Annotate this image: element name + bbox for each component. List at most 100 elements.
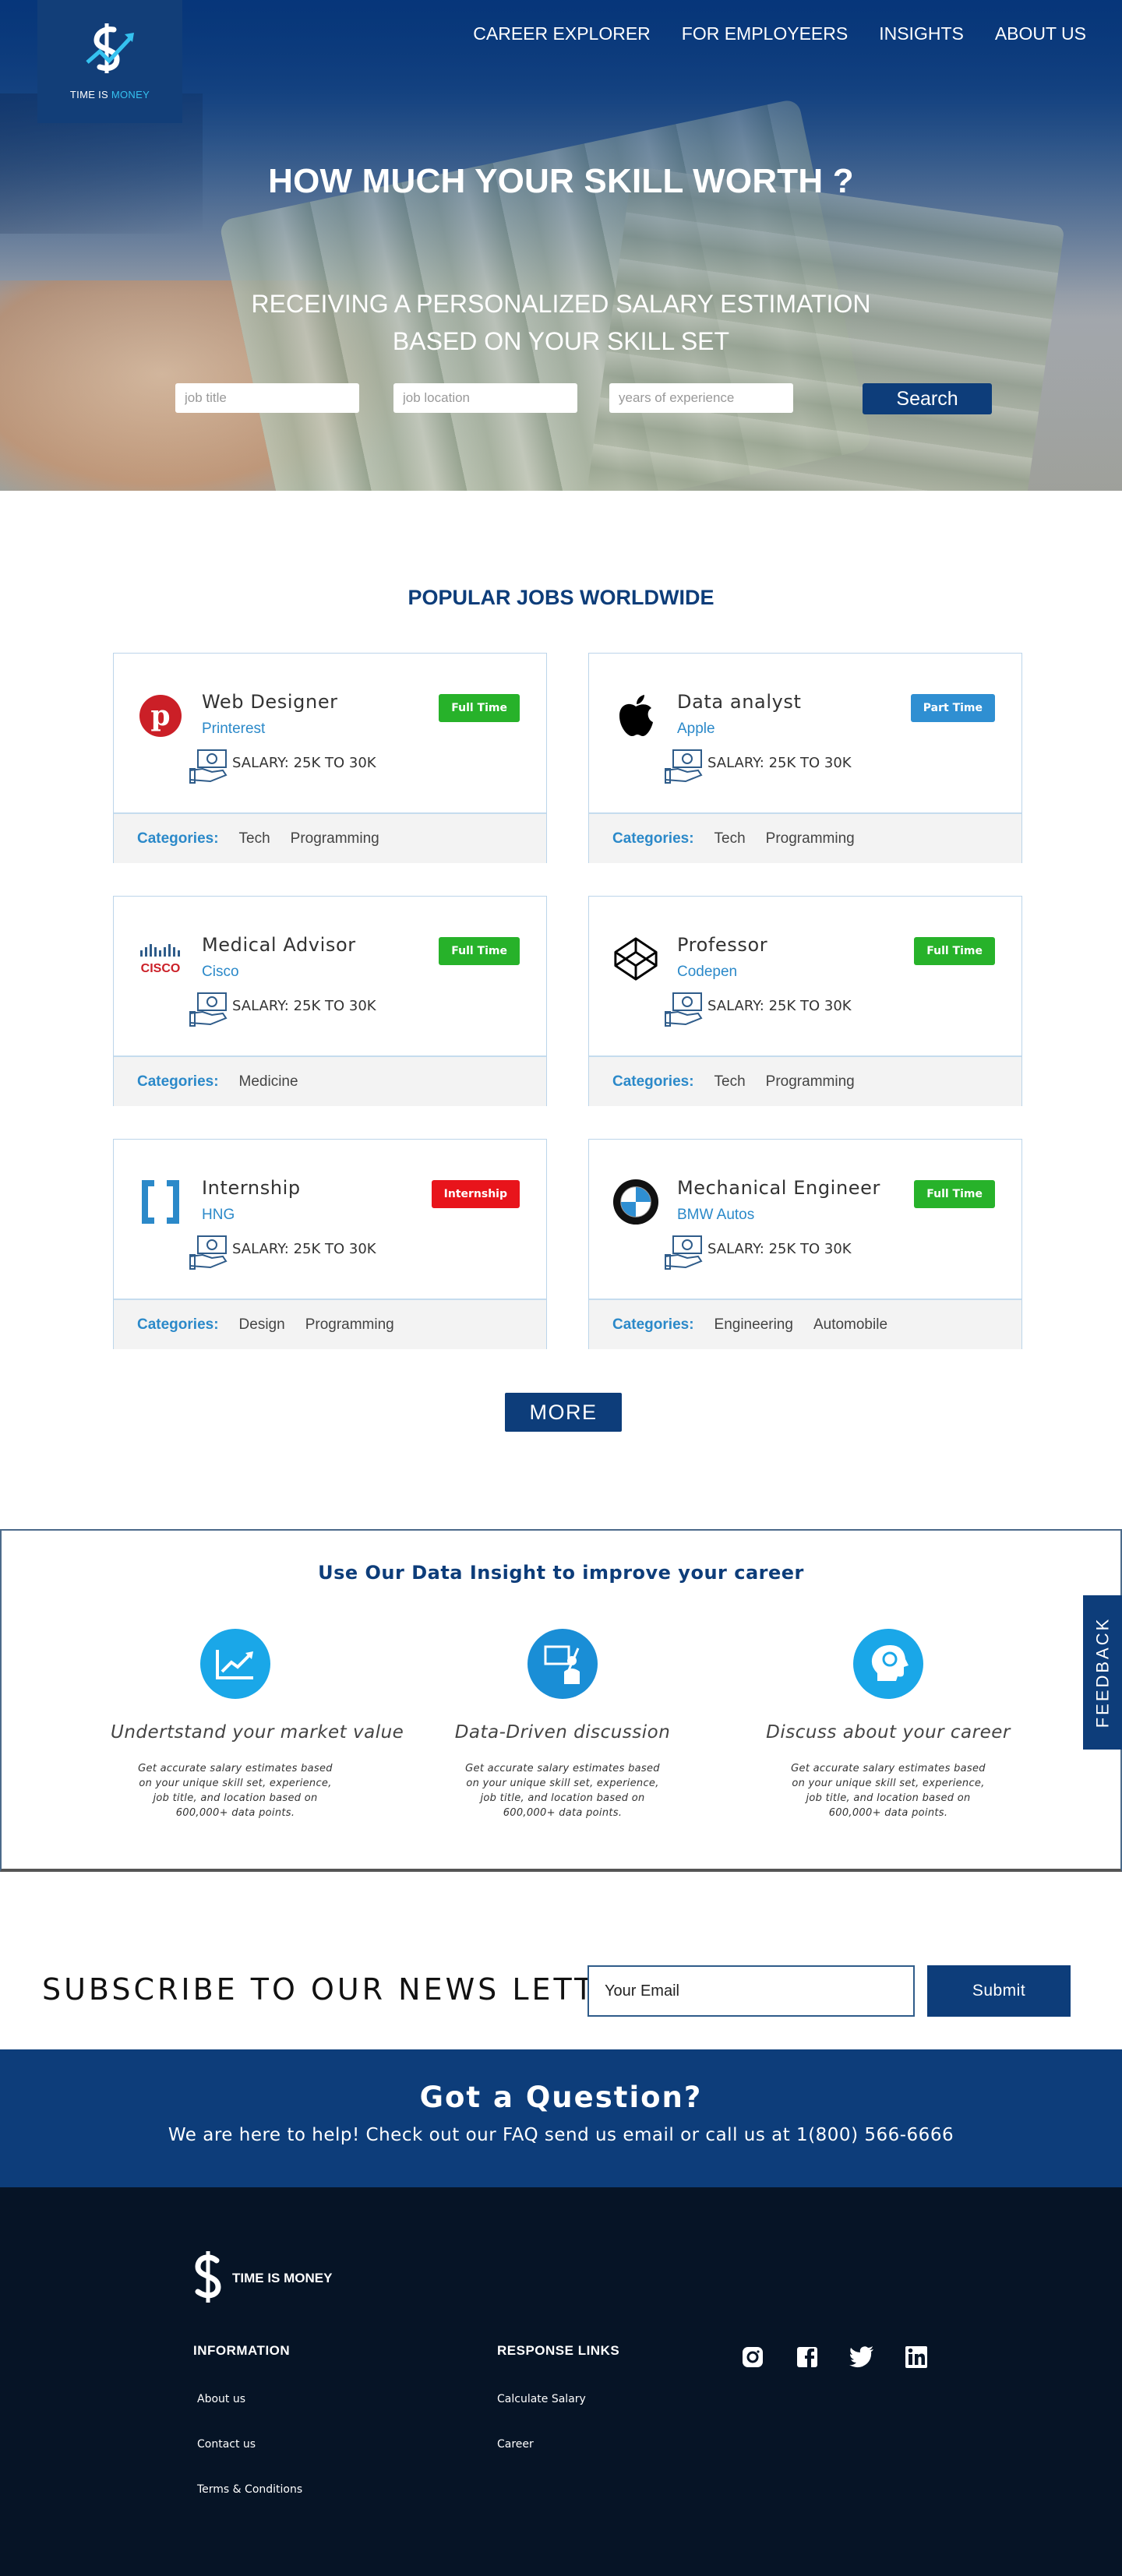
job-card-data-analyst[interactable]: Data analyst Apple SALARY: 25K TO 30K Pa… — [588, 653, 1022, 863]
feedback-tab[interactable]: FEEDBACK — [1083, 1595, 1122, 1750]
job-company[interactable]: BMW Autos — [677, 1207, 754, 1224]
nav-for-employeers[interactable]: FOR EMPLOYEERS — [682, 23, 848, 44]
footer-logo[interactable]: TIME IS MONEY — [195, 2250, 332, 2307]
newsletter-email-input[interactable] — [587, 1965, 915, 2017]
job-company[interactable]: Apple — [677, 721, 715, 738]
nav-career-explorer[interactable]: CAREER EXPLORER — [473, 23, 651, 44]
more-jobs-button[interactable]: MORE — [505, 1393, 622, 1432]
job-card-medical-advisor[interactable]: CISCO Medical Advisor Cisco SALARY: 25K … — [113, 896, 547, 1106]
svg-text:CISCO: CISCO — [141, 962, 181, 975]
feedback-label: FEEDBACK — [1092, 1616, 1112, 1728]
footer-link-terms[interactable]: Terms & Conditions — [197, 2483, 302, 2496]
category-tag[interactable]: Tech — [714, 1073, 746, 1091]
category-tag[interactable]: Programming — [291, 830, 379, 848]
dollar-icon — [195, 2250, 221, 2307]
category-tag[interactable]: Tech — [714, 830, 746, 848]
footer-link-contact-us[interactable]: Contact us — [197, 2438, 256, 2451]
job-salary: SALARY: 25K TO 30K — [232, 755, 376, 771]
job-title[interactable]: Web Designer — [202, 691, 338, 713]
feature-heading: Data-Driven discussion — [454, 1722, 671, 1743]
job-title[interactable]: Data analyst — [677, 691, 802, 713]
job-type-badge: Full Time — [914, 1180, 995, 1208]
job-type-badge: Part Time — [910, 694, 995, 722]
job-card-internship[interactable]: Internship HNG SALARY: 25K TO 30K Intern… — [113, 1139, 547, 1349]
feature-description: Get accurate salary estimates based on y… — [465, 1763, 660, 1819]
salary-hand-icon — [189, 747, 229, 786]
job-title[interactable]: Medical Advisor — [202, 934, 356, 956]
feature-market-value: Undertstand your market value Get accura… — [111, 1629, 404, 1820]
category-tag[interactable]: Automobile — [813, 1316, 887, 1334]
category-tag[interactable]: Tech — [239, 830, 270, 848]
years-experience-input[interactable] — [609, 383, 793, 413]
category-tag[interactable]: Programming — [766, 830, 855, 848]
footer-link-calculate-salary[interactable]: Calculate Salary — [497, 2393, 586, 2405]
logo-text: TIME IS MONEY — [69, 88, 150, 100]
footer-link-about-us[interactable]: About us — [197, 2393, 245, 2405]
feature-description: Get accurate salary estimates based on y… — [138, 1763, 333, 1819]
instagram-icon[interactable] — [740, 2345, 765, 2370]
twitter-icon[interactable] — [849, 2345, 874, 2370]
subscribe-title: SUBSCRIBE TO OUR NEWS LETTER — [42, 1972, 641, 2007]
salary-hand-icon — [189, 990, 229, 1029]
chart-icon — [200, 1629, 270, 1699]
job-title-input[interactable] — [175, 383, 359, 413]
feature-heading: Discuss about your career — [766, 1722, 1011, 1743]
newsletter-submit-button[interactable]: Submit — [927, 1965, 1071, 2017]
job-categories: Categories: Medicine — [114, 1055, 546, 1106]
salary-hand-icon — [664, 990, 704, 1029]
job-salary: SALARY: 25K TO 30K — [232, 998, 376, 1014]
job-categories: Categories: Tech Programming — [589, 812, 1021, 863]
category-tag[interactable]: Medicine — [239, 1073, 298, 1091]
footer-logo-text: TIME IS MONEY — [232, 2271, 333, 2285]
footer-link-career[interactable]: Career — [497, 2438, 534, 2451]
categories-label: Categories: — [137, 1073, 219, 1090]
feature-heading: Undertstand your market value — [111, 1722, 404, 1743]
svg-text:p: p — [150, 700, 170, 732]
job-title[interactable]: Professor — [677, 934, 767, 956]
insight-title: Use Our Data Insight to improve your car… — [318, 1562, 804, 1584]
bmw-logo-icon — [612, 1179, 659, 1225]
salary-hand-icon — [664, 747, 704, 786]
job-company[interactable]: Cisco — [202, 964, 239, 981]
search-button[interactable]: Search — [863, 383, 992, 414]
dollar-logo-icon — [83, 23, 137, 84]
linkedin-icon[interactable] — [904, 2345, 929, 2370]
cisco-logo-icon: CISCO — [137, 936, 184, 982]
category-tag[interactable]: Programming — [766, 1073, 855, 1091]
codepen-logo-icon — [612, 936, 659, 982]
category-tag[interactable]: Design — [239, 1316, 285, 1334]
job-type-badge: Full Time — [439, 937, 520, 965]
job-card-web-designer[interactable]: p Web Designer Printerest SALARY: 25K TO… — [113, 653, 547, 863]
nav-about-us[interactable]: ABOUT US — [995, 23, 1086, 44]
category-tag[interactable]: Programming — [305, 1316, 394, 1334]
job-card-mechanical-engineer[interactable]: Mechanical Engineer BMW Autos SALARY: 25… — [588, 1139, 1022, 1349]
categories-label: Categories: — [137, 830, 219, 847]
job-categories: Categories: Tech Programming — [589, 1055, 1021, 1106]
response-links-heading: RESPONSE LINKS — [497, 2343, 620, 2358]
nav-insights[interactable]: INSIGHTS — [879, 23, 964, 44]
hero-subtitle-line2: BASED ON YOUR SKILL SET — [392, 327, 730, 355]
categories-label: Categories: — [612, 1316, 694, 1333]
main-nav: CAREER EXPLORER FOR EMPLOYEERS INSIGHTS … — [473, 23, 1086, 44]
facebook-icon[interactable] — [795, 2345, 820, 2370]
site-footer: TIME IS MONEY INFORMATION About us Conta… — [0, 2187, 1122, 2576]
job-location-input[interactable] — [393, 383, 577, 413]
category-tag[interactable]: Engineering — [714, 1316, 793, 1334]
job-card-professor[interactable]: Professor Codepen SALARY: 25K TO 30K Ful… — [588, 896, 1022, 1106]
hero-subtitle-line1: RECEIVING A PERSONALIZED SALARY ESTIMATI… — [251, 290, 871, 318]
hero-title: HOW MUCH YOUR SKILL WORTH ? — [268, 162, 854, 200]
pinterest-logo-icon: p — [137, 692, 184, 739]
hero-subtitle: RECEIVING A PERSONALIZED SALARY ESTIMATI… — [0, 285, 1122, 360]
job-type-badge: Internship — [431, 1180, 520, 1208]
question-title: Got a Question? — [419, 2081, 703, 2114]
job-title[interactable]: Internship — [202, 1177, 301, 1199]
job-title[interactable]: Mechanical Engineer — [677, 1177, 880, 1199]
categories-label: Categories: — [137, 1316, 219, 1333]
site-logo[interactable]: TIME IS MONEY — [37, 0, 182, 123]
data-insight-section: Use Our Data Insight to improve your car… — [0, 1529, 1122, 1872]
job-company[interactable]: HNG — [202, 1207, 235, 1224]
job-company[interactable]: Printerest — [202, 721, 265, 738]
salary-hand-icon — [189, 1233, 229, 1272]
categories-label: Categories: — [612, 830, 694, 847]
job-company[interactable]: Codepen — [677, 964, 737, 981]
